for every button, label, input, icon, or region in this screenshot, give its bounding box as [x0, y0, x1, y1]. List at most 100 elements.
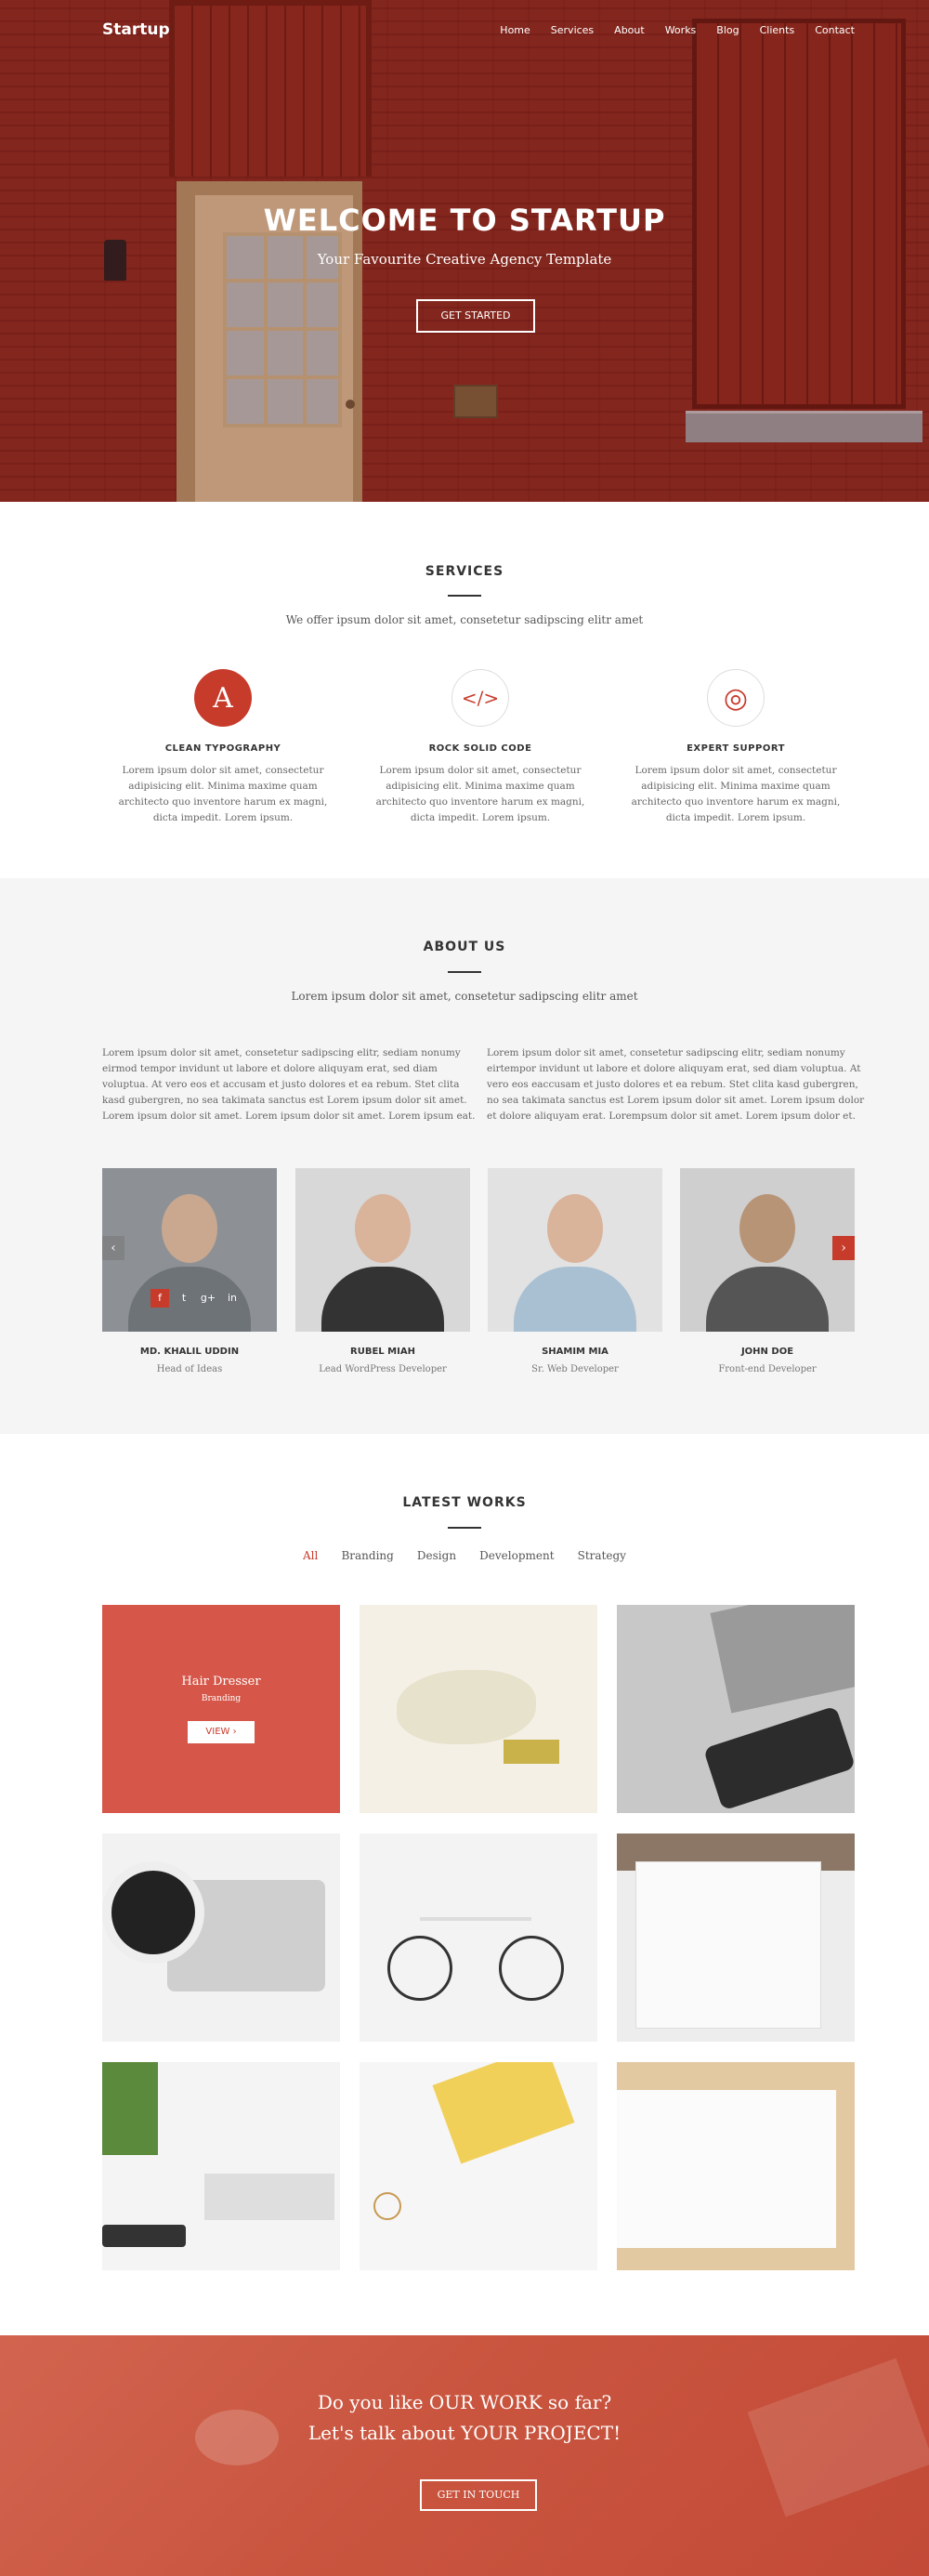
work-tile-notebook[interactable]	[617, 1833, 855, 2042]
bird-illustration	[397, 1670, 536, 1744]
member-role: Lead WordPress Developer	[319, 1364, 447, 1374]
work-tile-hair-dresser[interactable]: Hair Dresser Branding VIEW ›	[102, 1605, 340, 1813]
books-illustration	[504, 1740, 559, 1764]
get-started-button[interactable]: GET STARTED	[416, 299, 535, 333]
hero-section: Startup Home Services About Works Blog C…	[0, 0, 929, 502]
filter-strategy[interactable]: Strategy	[578, 1549, 626, 1562]
plant-shape	[102, 2062, 158, 2155]
carousel-prev-arrow[interactable]: ‹	[102, 1236, 124, 1260]
service-card-support: ◎ EXPERT SUPPORT Lorem ipsum dolor sit a…	[620, 669, 852, 826]
person-head	[162, 1194, 217, 1263]
cta-line-2: Let's talk about YOUR PROJECT!	[307, 2422, 622, 2444]
team-member: SHAMIM MIA Sr. Web Developer	[488, 1168, 662, 1374]
cta-section: Do you like OUR WORK so far? Let's talk …	[0, 2335, 929, 2576]
works-title: LATEST WORKS	[402, 1495, 527, 1510]
team-photo	[295, 1168, 470, 1332]
view-button[interactable]: VIEW ›	[188, 1721, 255, 1743]
carousel-next-arrow[interactable]: ›	[832, 1236, 855, 1260]
service-name: EXPERT SUPPORT	[687, 743, 785, 754]
team-photo	[488, 1168, 662, 1332]
service-text: Lorem ipsum dolor sit amet, consectetur …	[118, 765, 328, 823]
main-nav: Startup Home Services About Works Blog C…	[102, 20, 855, 46]
work-tile-brochure[interactable]	[617, 2062, 855, 2270]
person-head	[547, 1194, 603, 1263]
works-filters: All Branding Design Development Strategy	[0, 1545, 929, 1563]
works-divider	[448, 1527, 481, 1529]
work-tile-desk[interactable]	[102, 2062, 340, 2270]
brochure-shape	[617, 2090, 836, 2248]
camera-lens-shape	[102, 1861, 204, 1964]
team-member: JOHN DOE Front-end Developer	[680, 1168, 855, 1374]
laptop-shape	[710, 1605, 855, 1714]
member-role: Sr. Web Developer	[531, 1364, 619, 1374]
nav-item-blog[interactable]: Blog	[716, 24, 739, 36]
bicycle-frame-shape	[420, 1917, 531, 1921]
person-shape	[706, 1267, 829, 1332]
member-name: RUBEL MIAH	[350, 1347, 415, 1357]
person-head	[355, 1194, 411, 1263]
twitter-icon[interactable]: t	[175, 1289, 193, 1308]
about-divider	[448, 971, 481, 973]
filter-development[interactable]: Development	[479, 1549, 554, 1562]
team-photo	[680, 1168, 855, 1332]
laptop-shape	[204, 2174, 334, 2220]
notebook-shape	[635, 1861, 821, 2029]
nav-item-contact[interactable]: Contact	[815, 24, 855, 36]
works-section: LATEST WORKS All Branding Design Develop…	[0, 1434, 929, 2335]
service-name: ROCK SOLID CODE	[428, 743, 532, 754]
nav-menu: Home Services About Works Blog Clients C…	[500, 24, 855, 36]
team-member: f t g+ in MD. KHALIL UDDIN Head of Ideas	[102, 1168, 277, 1374]
filter-branding[interactable]: Branding	[341, 1549, 393, 1562]
work-tile-camera[interactable]	[102, 1833, 340, 2042]
work-tile-clips[interactable]	[360, 2062, 597, 2270]
member-role: Head of Ideas	[156, 1364, 223, 1374]
about-text-right: Lorem ipsum dolor sit amet, consetetur s…	[487, 1047, 865, 1122]
member-name: JOHN DOE	[740, 1347, 794, 1357]
work-tile-laptop[interactable]	[617, 1605, 855, 1813]
nav-item-works[interactable]: Works	[665, 24, 697, 36]
view-label: VIEW	[205, 1727, 230, 1737]
linkedin-icon[interactable]: in	[223, 1289, 242, 1308]
google-plus-icon[interactable]: g+	[199, 1289, 217, 1308]
paperclip-shape	[373, 2192, 401, 2220]
nav-item-about[interactable]: About	[614, 24, 645, 36]
work-category: Branding	[201, 1694, 242, 1703]
nav-item-services[interactable]: Services	[551, 24, 594, 36]
paper-shape	[432, 2062, 575, 2164]
get-in-touch-button[interactable]: GET IN TOUCH	[420, 2479, 537, 2511]
about-subtitle: Lorem ipsum dolor sit amet, consetetur s…	[291, 990, 638, 1003]
about-text-left: Lorem ipsum dolor sit amet, consetetur s…	[102, 1047, 476, 1122]
tile-overlay	[102, 1605, 340, 1813]
service-text: Lorem ipsum dolor sit amet, consectetur …	[375, 765, 585, 823]
service-card-typography: A CLEAN TYPOGRAPHY Lorem ipsum dolor sit…	[107, 669, 339, 826]
phone-shape	[702, 1705, 855, 1811]
person-shape	[514, 1267, 636, 1332]
services-title: SERVICES	[425, 564, 504, 579]
filter-all[interactable]: All	[303, 1549, 318, 1562]
hero-title: WELCOME TO STARTUP	[263, 203, 666, 238]
bicycle-wheel-shape	[499, 1936, 564, 2001]
about-section: ABOUT US Lorem ipsum dolor sit amet, con…	[0, 878, 929, 1434]
facebook-icon[interactable]: f	[150, 1289, 169, 1308]
person-head	[739, 1194, 795, 1263]
code-icon: </>	[451, 669, 509, 727]
cta-line-1: Do you like OUR WORK so far?	[317, 2391, 612, 2413]
team-photo: f t g+ in	[102, 1168, 277, 1332]
nav-item-home[interactable]: Home	[500, 24, 530, 36]
nav-item-clients[interactable]: Clients	[760, 24, 795, 36]
team-member: RUBEL MIAH Lead WordPress Developer	[295, 1168, 470, 1374]
member-name: MD. KHALIL UDDIN	[139, 1347, 240, 1357]
service-text: Lorem ipsum dolor sit amet, consectetur …	[631, 765, 841, 823]
social-links: f t g+ in	[150, 1289, 242, 1308]
services-subtitle: We offer ipsum dolor sit amet, consetetu…	[285, 613, 644, 626]
service-name: CLEAN TYPOGRAPHY	[164, 743, 281, 754]
member-name: SHAMIM MIA	[542, 1347, 608, 1357]
work-tile-bird[interactable]	[360, 1605, 597, 1813]
service-card-code: </> ROCK SOLID CODE Lorem ipsum dolor si…	[364, 669, 596, 826]
work-tile-bicycle[interactable]	[360, 1833, 597, 2042]
about-title: ABOUT US	[423, 940, 506, 954]
filter-design[interactable]: Design	[417, 1549, 456, 1562]
brand-logo[interactable]: Startup	[102, 20, 170, 39]
work-title: Hair Dresser	[181, 1675, 261, 1689]
lifebuoy-icon: ◎	[707, 669, 765, 727]
